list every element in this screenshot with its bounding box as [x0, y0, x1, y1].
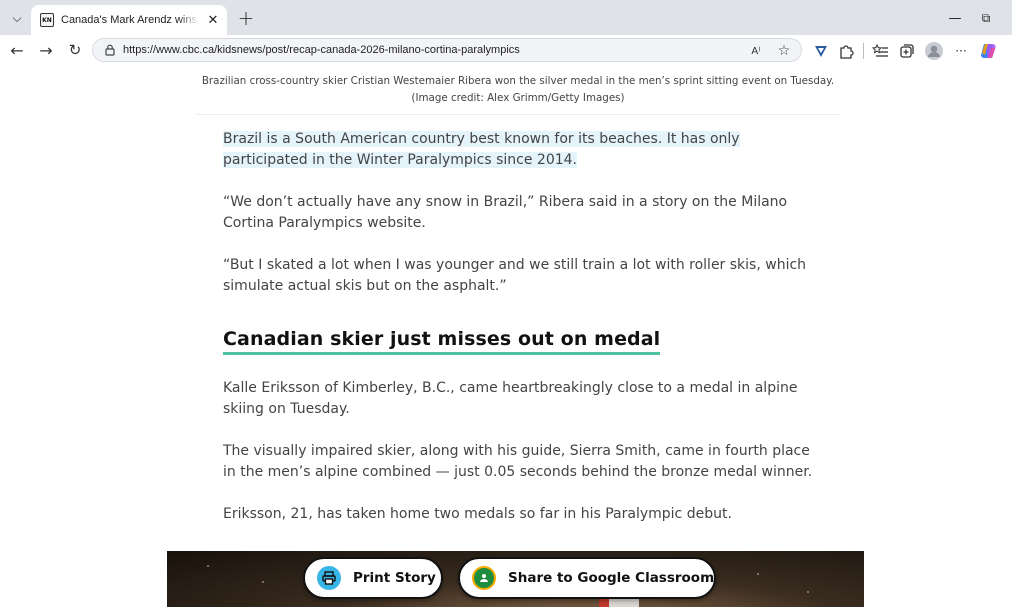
section-heading: Canadian skier just misses out on medal [223, 326, 661, 355]
url-text: https://www.cbc.ca/kidsnews/post/recap-c… [123, 44, 520, 56]
forward-button[interactable]: → [35, 39, 57, 61]
article-paragraph: The visually impaired skier, along with … [223, 443, 813, 480]
settings-more-icon[interactable]: ··· [952, 42, 970, 60]
extensions-puzzle-icon[interactable] [837, 42, 855, 60]
article-paragraph: Brazil is a South American country best … [223, 129, 813, 171]
image-caption: Brazilian cross-country skier Cristian W… [196, 73, 840, 115]
active-tab[interactable]: KN Canada's Mark Arendz wins his 14th ✕ [31, 5, 227, 35]
favorite-star-icon[interactable]: ☆ [775, 42, 793, 60]
restore-window-button[interactable]: ⧉ [977, 9, 995, 27]
reload-button[interactable]: ↻ [64, 39, 86, 61]
share-google-classroom-label: Share to Google Classroom [508, 570, 715, 586]
article-paragraph: Eriksson, 21, has taken home two medals … [223, 506, 732, 522]
favorites-list-icon[interactable] [872, 42, 890, 60]
collections-icon[interactable] [898, 42, 916, 60]
new-tab-button[interactable]: + [235, 6, 257, 30]
kids-news-favicon-icon: KN [40, 13, 54, 27]
chevron-down-icon: ⌵ [12, 10, 22, 25]
print-story-button[interactable]: Print Story [303, 557, 443, 599]
printer-icon [317, 566, 341, 590]
tab-title: Canada's Mark Arendz wins his 14th [61, 14, 199, 26]
site-info-lock-icon[interactable] [103, 43, 117, 57]
close-tab-icon[interactable]: ✕ [205, 12, 221, 28]
shield-extension-icon[interactable] [813, 43, 829, 59]
back-button[interactable]: ← [6, 39, 28, 61]
print-story-label: Print Story [353, 570, 436, 586]
tab-actions-menu-button[interactable]: ⌵ [6, 8, 28, 28]
share-google-classroom-button[interactable]: Share to Google Classroom [458, 557, 716, 599]
tab-strip: ⌵ KN Canada's Mark Arendz wins his 14th … [0, 0, 1012, 35]
page-content: Brazilian cross-country skier Cristian W… [0, 65, 1012, 607]
browser-toolbar: ··· [813, 41, 998, 61]
url-input[interactable]: https://www.cbc.ca/kidsnews/post/recap-c… [92, 38, 802, 62]
address-bar-row: ← → ↻ https://www.cbc.ca/kidsnews/post/r… [0, 35, 1012, 65]
copilot-icon[interactable] [978, 41, 998, 61]
google-classroom-icon [472, 566, 496, 590]
profile-avatar-icon[interactable] [924, 41, 944, 61]
toolbar-separator [863, 43, 864, 59]
article-paragraph: Kalle Eriksson of Kimberley, B.C., came … [223, 380, 798, 417]
article-body: Brazil is a South American country best … [223, 129, 813, 546]
minimize-window-button[interactable]: — [946, 10, 964, 26]
read-aloud-icon[interactable]: A⁾ [747, 42, 765, 60]
article-paragraph: “But I skated a lot when I was younger a… [223, 257, 807, 294]
highlighted-text: Brazil is a South American country best … [223, 131, 740, 168]
article-paragraph: “We don’t actually have any snow in Braz… [223, 194, 788, 231]
